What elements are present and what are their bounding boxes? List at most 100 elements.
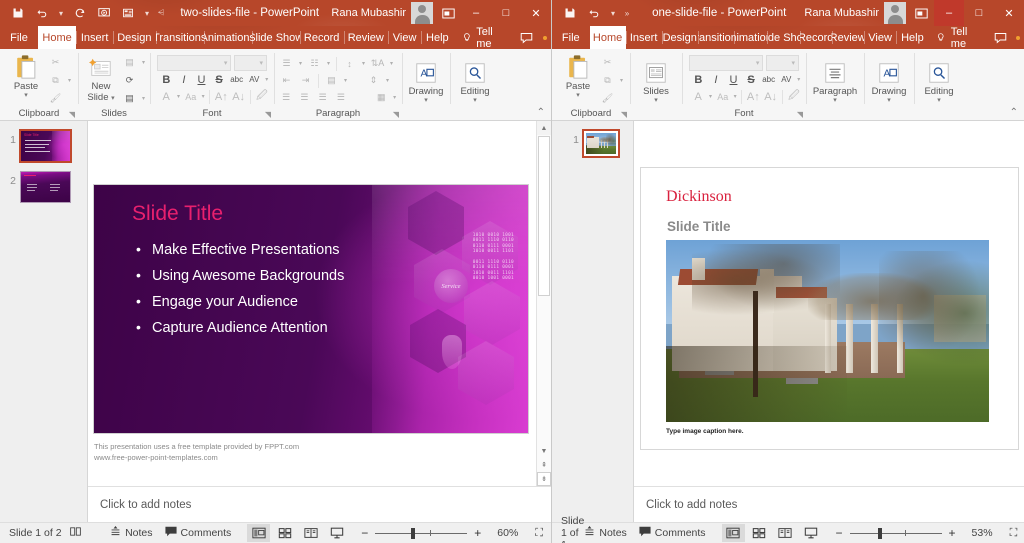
thumbnail-item[interactable]: 1 xyxy=(552,131,633,167)
zoom-in-button[interactable]: + xyxy=(473,526,482,540)
strikethrough-button[interactable]: S xyxy=(743,71,760,88)
left-title-bar[interactable]: ▾ ▾ ⩤ two-slides-file - PowerPoint Ra xyxy=(0,0,551,26)
decrease-indent-icon[interactable]: ⇤ xyxy=(278,73,295,89)
comments-button[interactable]: Comments xyxy=(165,526,232,540)
numbering-icon[interactable]: ☷ xyxy=(306,56,323,72)
minimize-button[interactable]: – xyxy=(461,0,491,26)
clipboard-dialog-launcher[interactable]: ◥ xyxy=(621,110,627,119)
paragraph-button[interactable]: Paragraph ▾ xyxy=(809,57,861,104)
align-left-icon[interactable]: ☰ xyxy=(278,90,294,106)
start-presentation-icon[interactable] xyxy=(92,2,116,24)
cut-icon[interactable]: ✂ xyxy=(599,55,616,71)
align-text-icon[interactable]: ⇕ xyxy=(365,73,382,89)
paste-dropdown-icon[interactable]: ▾ xyxy=(575,92,582,99)
tab-slide-show[interactable]: Slide Show xyxy=(252,26,300,49)
slide-title[interactable]: Slide Title xyxy=(132,202,223,226)
slide-image[interactable] xyxy=(666,240,989,422)
layout-icon[interactable]: ▤ xyxy=(121,55,138,71)
convert-smartart-dropdown-icon[interactable]: ▾ xyxy=(391,94,398,101)
justify-icon[interactable]: ☰ xyxy=(333,90,349,106)
reset-icon[interactable]: ⟳ xyxy=(121,73,138,89)
zoom-slider-knob[interactable] xyxy=(411,528,415,539)
tab-home[interactable]: Home xyxy=(590,26,626,49)
increase-indent-icon[interactable]: ⇥ xyxy=(297,73,314,89)
slides-button[interactable]: Slides ▾ xyxy=(635,57,677,104)
change-case-dropdown-icon[interactable]: ▾ xyxy=(200,93,206,100)
avatar[interactable] xyxy=(884,2,906,24)
editing-button[interactable]: Editing ▾ xyxy=(918,57,960,104)
left-vertical-scrollbar[interactable]: ▲ ▼ ⇞ ⇟ xyxy=(536,121,551,486)
columns-icon[interactable]: ▤ xyxy=(323,73,340,89)
zoom-slider[interactable] xyxy=(375,527,467,539)
clear-formatting-button[interactable]: 🖉 xyxy=(254,88,270,105)
bold-button[interactable]: B xyxy=(690,71,707,88)
text-highlight-button[interactable]: A xyxy=(690,88,706,105)
slide-bullet-list[interactable]: Make Effective Presentations Using Aweso… xyxy=(132,237,344,341)
italic-button[interactable]: I xyxy=(176,71,193,88)
line-spacing-icon[interactable]: ↕ xyxy=(341,56,358,72)
cut-icon[interactable]: ✂ xyxy=(47,55,64,71)
change-case-dropdown-icon[interactable]: ▾ xyxy=(732,93,738,100)
paste-dropdown-icon[interactable]: ▾ xyxy=(23,92,30,99)
italic-button[interactable]: I xyxy=(708,71,725,88)
previous-slide-nav-button[interactable]: ⇞ xyxy=(537,458,551,472)
copy-icon[interactable]: ⧉ xyxy=(47,73,64,89)
comments-button[interactable]: Comments xyxy=(639,526,706,540)
tab-transitions[interactable]: Transitions xyxy=(156,26,204,49)
customize-qat-icon[interactable]: ⩤ xyxy=(154,2,168,24)
clipboard-dialog-launcher[interactable]: ◥ xyxy=(69,110,75,119)
drawing-button[interactable]: A Drawing ▾ xyxy=(405,57,447,104)
numbering-dropdown-icon[interactable]: ▾ xyxy=(325,60,332,67)
thumbnail-slide-1[interactable]: Slide Title xyxy=(21,131,70,161)
reading-view-button[interactable] xyxy=(299,524,322,542)
font-dialog-launcher[interactable]: ◥ xyxy=(265,110,271,119)
tab-record[interactable]: Record xyxy=(800,26,832,49)
tab-slide-show[interactable]: Slide Show xyxy=(767,26,800,49)
paragraph-dropdown-icon[interactable]: ▾ xyxy=(832,97,839,104)
paragraph-dialog-launcher[interactable]: ◥ xyxy=(393,110,399,119)
tab-file[interactable]: File xyxy=(0,26,38,49)
undo-dropdown-icon[interactable]: ▾ xyxy=(54,2,68,24)
format-painter-icon[interactable]: 🖌 xyxy=(47,91,64,107)
right-title-bar[interactable]: ▾ » one-slide-file - PowerPoint Rana Mub… xyxy=(552,0,1024,26)
columns-dropdown-icon[interactable]: ▾ xyxy=(342,77,349,84)
new-slide-button[interactable]: New Slide ▾ xyxy=(81,52,121,103)
layout-dropdown-icon[interactable]: ▾ xyxy=(140,59,147,66)
underline-button[interactable]: U xyxy=(193,71,210,88)
convert-smartart-icon[interactable]: ▦ xyxy=(373,90,389,106)
save-icon[interactable] xyxy=(558,2,582,24)
maximize-button[interactable]: □ xyxy=(964,0,994,26)
zoom-slider[interactable] xyxy=(850,527,942,539)
increase-font-size-button[interactable]: A↑ xyxy=(745,88,761,105)
text-shadow-button[interactable]: abc xyxy=(760,71,777,88)
tab-animations[interactable]: Animations xyxy=(734,26,767,49)
bold-button[interactable]: B xyxy=(158,71,175,88)
undo-dropdown-icon[interactable]: ▾ xyxy=(606,2,620,24)
new-slide-dropdown-icon[interactable]: ▾ xyxy=(111,95,115,102)
comments-icon[interactable] xyxy=(515,26,538,49)
tell-me-box[interactable]: Tell me xyxy=(928,26,989,49)
editing-button[interactable]: Editing ▾ xyxy=(454,57,496,104)
align-text-dropdown-icon[interactable]: ▾ xyxy=(384,77,391,84)
slide-sorter-view-button[interactable] xyxy=(273,524,296,542)
notes-button[interactable]: Notes xyxy=(584,526,626,540)
left-slide-canvas[interactable]: 1010 0010 10010011 1110 01100110 0111 00… xyxy=(88,121,536,486)
tab-review[interactable]: Review xyxy=(832,26,864,49)
slide-title[interactable]: Slide Title xyxy=(667,219,731,234)
left-slide-thumbnails-pane[interactable]: 1 Slide Title 2 xyxy=(0,121,88,486)
underline-button[interactable]: U xyxy=(725,71,742,88)
change-case-button[interactable]: Aa xyxy=(183,88,199,105)
right-account[interactable]: Rana Mubashir xyxy=(804,2,906,24)
tab-transitions[interactable]: Transitions xyxy=(698,26,734,49)
left-zoom-control[interactable]: − + 60% xyxy=(360,526,518,540)
slides-dropdown-icon[interactable]: ▾ xyxy=(653,97,660,104)
fit-to-window-button[interactable]: ⛶ xyxy=(535,527,543,540)
drawing-dropdown-icon[interactable]: ▾ xyxy=(423,97,430,104)
text-highlight-dropdown-icon[interactable]: ▾ xyxy=(707,93,713,100)
drawing-button[interactable]: A Drawing ▾ xyxy=(868,57,910,104)
scroll-up-button[interactable]: ▲ xyxy=(537,121,551,135)
thumbnail-item[interactable]: 1 Slide Title xyxy=(0,131,87,172)
accessibility-icon[interactable] xyxy=(69,526,82,540)
slide-show-button[interactable] xyxy=(800,524,823,542)
tell-me-box[interactable]: Tell me xyxy=(454,26,516,49)
